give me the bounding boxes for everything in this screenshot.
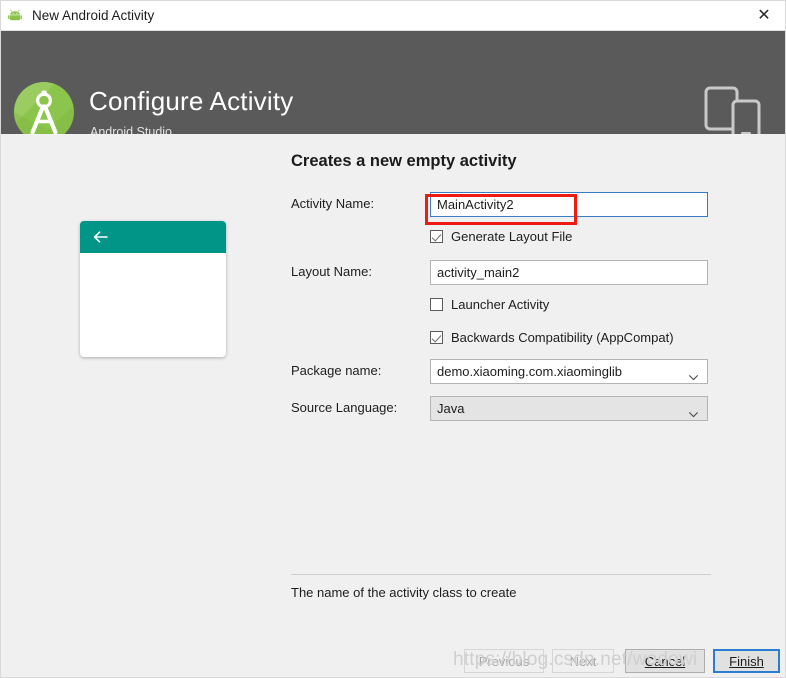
chevron-down-icon[interactable] [689,405,698,418]
hint-separator [291,574,711,575]
hint-text: The name of the activity class to create [291,585,517,600]
activity-name-input[interactable]: MainActivity2 [430,192,708,217]
cancel-button-label: Cancel [644,653,686,669]
header-title: Configure Activity [89,86,294,116]
next-button[interactable]: Next [552,649,614,673]
launcher-activity-checkbox[interactable]: Launcher Activity [430,297,549,312]
checkbox-box [430,331,443,344]
dialog-footer: Previous Next Cancel Finish [1,638,785,677]
section-title: Creates a new empty activity [291,152,517,170]
layout-name-label: Layout Name: [291,264,372,279]
arrow-back-icon [93,230,108,244]
checkbox-label: Backwards Compatibility (AppCompat) [451,330,674,345]
preview-card [80,221,226,357]
finish-button-label: Finish [729,653,764,669]
window-title: New Android Activity [32,8,155,23]
android-robot-icon [7,8,23,24]
package-name-label: Package name: [291,363,382,378]
generate-layout-file-checkbox[interactable]: Generate Layout File [430,229,572,244]
next-button-label: Next [569,653,597,669]
dialog-header: Configure Activity Android Studio [1,31,785,142]
checkbox-label: Launcher Activity [451,297,550,312]
checkbox-box [430,230,443,243]
title-bar: New Android Activity ✕ [1,1,785,30]
checkbox-box [430,298,443,311]
activity-name-label: Activity Name: [291,196,375,211]
checkbox-label: Generate Layout File [451,229,573,244]
activity-preview [80,221,226,357]
previous-button-label: Previous [478,653,530,669]
preview-appbar [80,221,226,253]
backwards-compatibility-checkbox[interactable]: Backwards Compatibility (AppCompat) [430,330,674,345]
source-language-label: Source Language: [291,400,398,415]
finish-button[interactable]: Finish [713,649,780,673]
new-android-activity-dialog: New Android Activity ✕ Configure Activit… [0,0,786,678]
cancel-button[interactable]: Cancel [625,649,705,673]
previous-button[interactable]: Previous [464,649,544,673]
close-icon[interactable]: ✕ [741,1,785,30]
layout-name-input[interactable]: activity_main2 [430,260,708,285]
package-name-combo[interactable]: demo.xiaoming.com.xiaominglib [430,359,708,384]
chevron-down-icon[interactable] [689,368,698,381]
source-language-combo[interactable]: Java [430,396,708,421]
dialog-body: Creates a new empty activity Activity Na… [1,134,785,638]
